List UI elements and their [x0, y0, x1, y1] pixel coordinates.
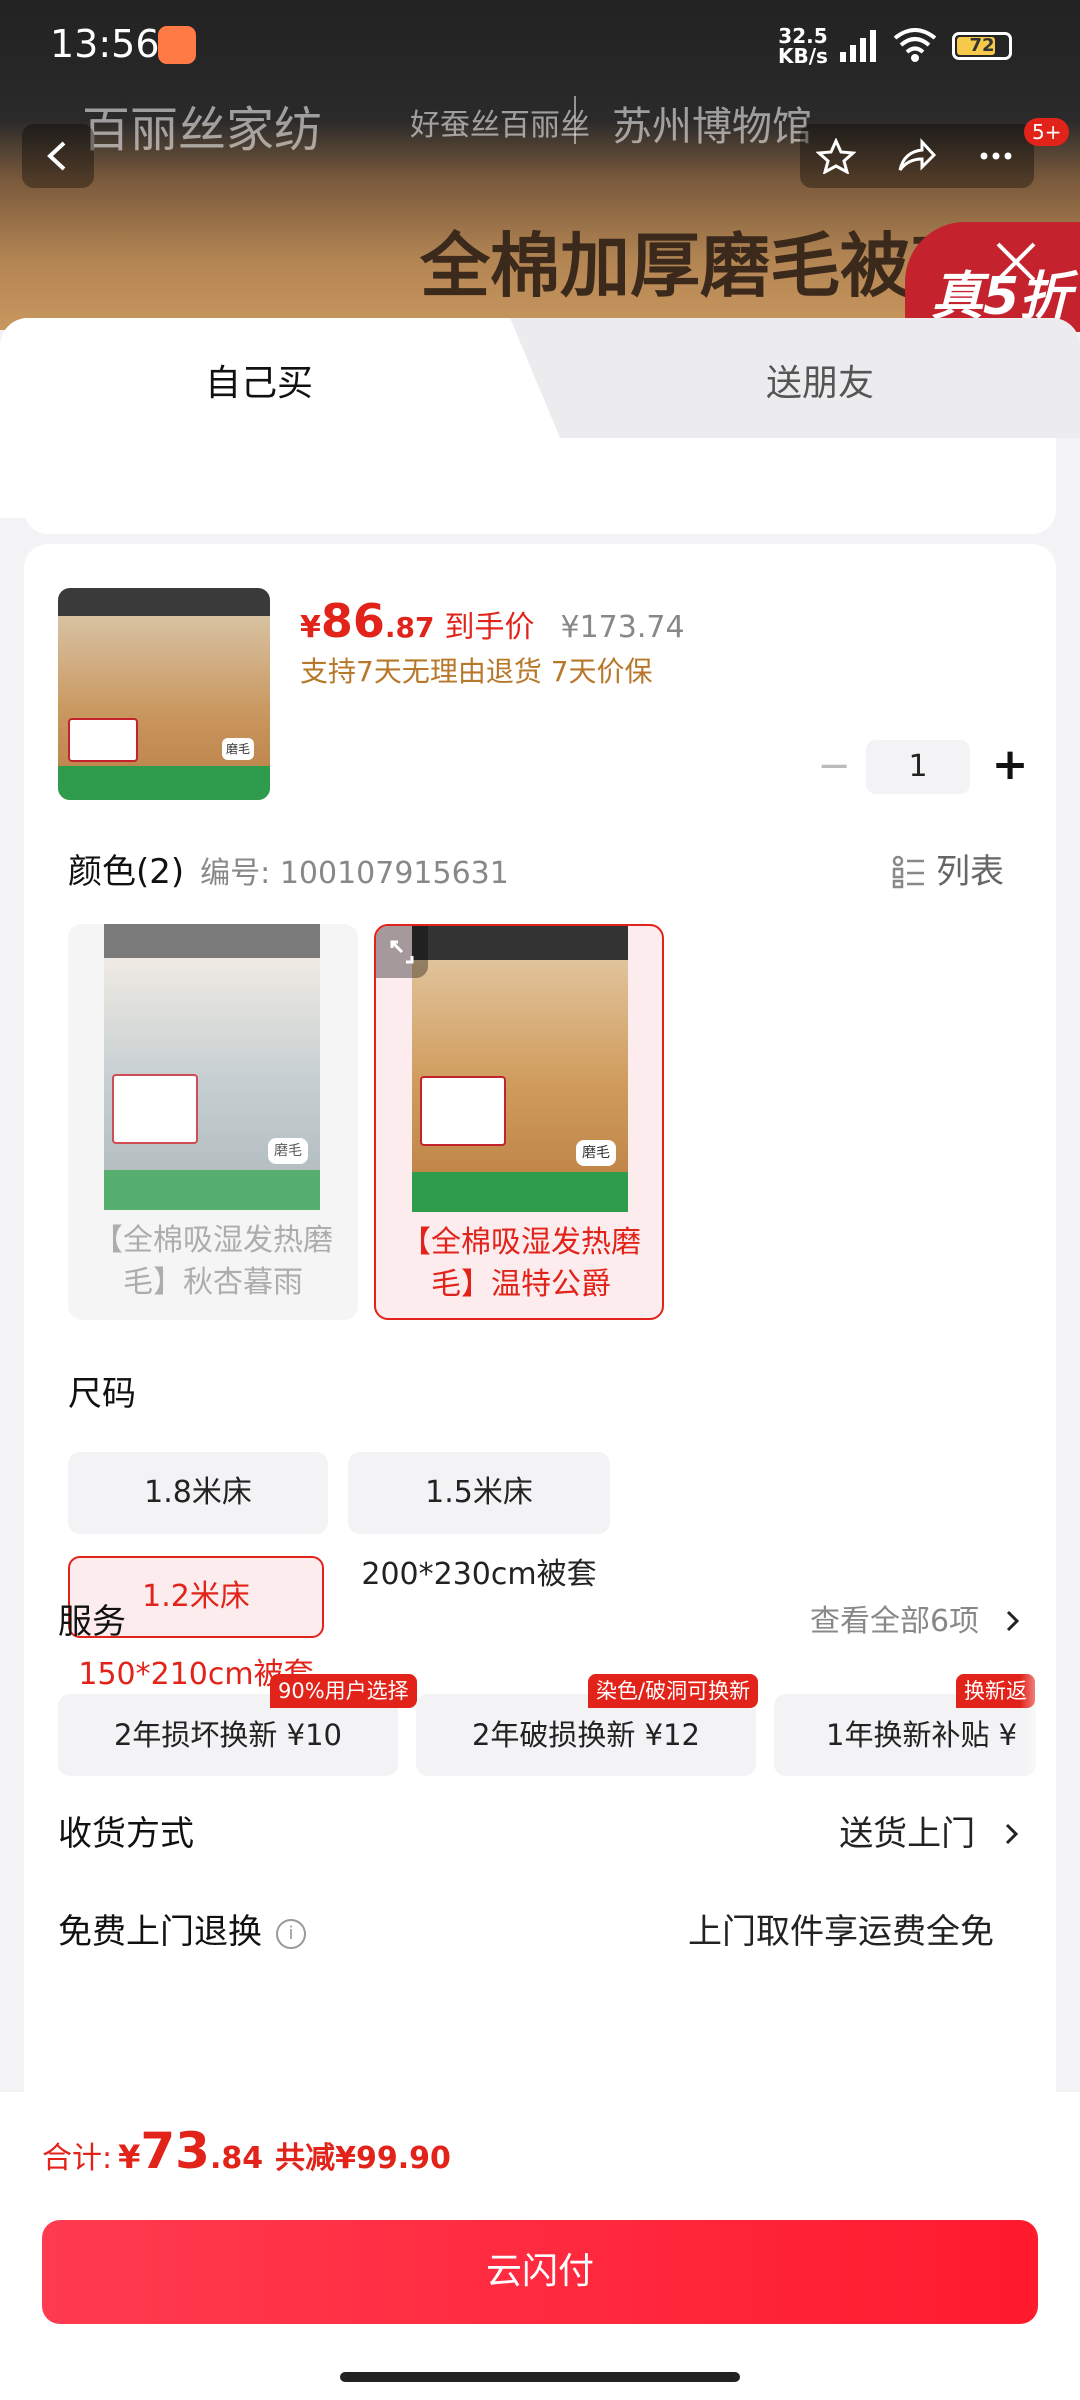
brand-sub-logo: 好蚕丝百丽丝	[410, 108, 590, 143]
close-icon[interactable]	[990, 236, 1042, 288]
museum-logo-text: 苏州博物馆	[612, 104, 812, 150]
list-toggle-label: 列表	[936, 852, 1004, 892]
status-time: 13:56	[50, 22, 160, 66]
share-icon[interactable]	[896, 138, 936, 174]
service-badge: 染色/破洞可换新	[588, 1674, 759, 1708]
service-section-title: 服务	[58, 1602, 126, 1642]
purchase-sheet: 自己买 送朋友 磨毛 ¥86.87 到手价 ¥173.74 支持7天无理由退货 7天…	[0, 318, 1080, 2400]
status-bar: 13:56 32.5 KB/s 72	[0, 0, 1080, 90]
thumbnail-tag: 磨毛	[222, 738, 254, 760]
price-decimal: .87	[384, 611, 435, 644]
free-return-value: 上门取件享运费全免	[688, 1912, 994, 1952]
thumbnail-price-box	[68, 718, 138, 762]
free-return-row: 免费上门退换 i	[58, 1904, 306, 1953]
price-label: 到手价	[444, 610, 535, 645]
app-notification-icon	[158, 26, 196, 64]
delivery-value: 送货上门	[839, 1814, 976, 1854]
battery-icon: 72	[952, 32, 1012, 60]
chevron-right-icon	[1005, 1823, 1019, 1845]
more-options-icon[interactable]	[976, 138, 1016, 174]
total-symbol: ¥	[118, 2138, 141, 2176]
price-symbol: ¥	[300, 610, 321, 645]
color-option-image: 磨毛	[104, 924, 320, 1210]
info-icon[interactable]: i	[276, 1919, 306, 1949]
quantity-value[interactable]: 1	[866, 740, 970, 794]
thumbnail-green-strip	[58, 766, 270, 800]
color-option-name: 【全棉吸湿发热磨毛】温特公爵	[401, 1225, 641, 1302]
home-indicator[interactable]	[340, 2372, 740, 2382]
decrease-button[interactable]: −	[814, 744, 854, 792]
free-return-label: 免费上门退换	[58, 1912, 262, 1952]
favorite-star-icon[interactable]	[816, 138, 856, 174]
list-view-toggle[interactable]: 列表	[892, 844, 1004, 893]
swatch-green-strip	[412, 1172, 628, 1212]
increase-button[interactable]: +	[988, 742, 1032, 792]
total-decimal: .84	[209, 2141, 264, 2176]
signal-icon	[840, 30, 876, 62]
view-all-services-label: 查看全部6项	[810, 1604, 980, 1639]
swatch-green-strip	[104, 1170, 320, 1210]
size-option[interactable]: 1.8米床220*240cm被套	[68, 1452, 328, 1592]
color-title: 颜色(2)	[68, 852, 185, 892]
size-option[interactable]: 1.5米床200*230cm被套	[348, 1452, 610, 1592]
swatch-tag: 磨毛	[268, 1138, 308, 1164]
swatch-price-box	[420, 1076, 506, 1146]
battery-level: 72	[969, 35, 995, 56]
tab-friend[interactable]: 送朋友	[766, 354, 874, 406]
service-scroll-fade	[1020, 1664, 1056, 1794]
list-icon	[892, 855, 924, 889]
chevron-right-icon	[1006, 1610, 1019, 1632]
total-discount: 共减¥99.90	[275, 2141, 451, 2176]
tab-self-label[interactable]: 自己买	[205, 354, 313, 406]
price-row: ¥86.87 到手价 ¥173.74	[300, 594, 685, 648]
delivery-method[interactable]: 送货上门	[839, 1806, 1022, 1855]
color-section-title: 颜色(2) 编号: 100107915631	[68, 844, 509, 893]
color-option-image: 磨毛	[412, 926, 628, 1212]
notification-badge: 5+	[1024, 118, 1070, 146]
swatch-price-box	[112, 1074, 198, 1144]
service-badge: 90%用户选择	[270, 1674, 417, 1708]
back-button[interactable]	[22, 124, 94, 188]
purchase-tabs: 自己买 送朋友	[0, 318, 1080, 518]
network-speed: 32.5 KB/s	[778, 26, 828, 66]
brand-divider	[574, 96, 576, 144]
total-label: 合计:	[42, 2141, 113, 2176]
brand-logo-text: 百丽丝家纺	[82, 102, 323, 158]
swatch-tag: 磨毛	[576, 1140, 616, 1166]
color-option-selected[interactable]: 磨毛 【全棉吸湿发热磨毛】温特公爵	[374, 924, 664, 1320]
network-speed-unit: KB/s	[778, 44, 828, 68]
quantity-stepper: − 1 +	[804, 740, 1044, 796]
expand-image-icon[interactable]	[376, 926, 428, 978]
view-all-services[interactable]: 查看全部6项	[810, 1596, 1023, 1640]
product-page-background: 13:56 32.5 KB/s 72 百丽丝家纺 好蚕丝百丽丝 苏州博物馆 5+…	[0, 0, 1080, 332]
network-speed-value: 32.5	[778, 24, 828, 48]
color-option[interactable]: 磨毛 【全棉吸湿发热磨毛】秋杏暮雨	[68, 924, 358, 1320]
wifi-icon	[893, 28, 937, 62]
delivery-label: 收货方式	[58, 1814, 194, 1854]
price-integer: 86	[320, 594, 385, 648]
banner-title: 全棉加厚磨毛被套	[420, 225, 980, 307]
pay-button[interactable]: 云闪付	[42, 2220, 1038, 2324]
original-price: ¥173.74	[560, 610, 685, 645]
total-price: 合计: ¥73.84 共减¥99.90	[42, 2122, 451, 2180]
top-action-group	[800, 124, 1034, 188]
tab-content-strip	[24, 438, 1056, 534]
product-id: 编号: 100107915631	[200, 856, 509, 891]
product-thumbnail[interactable]: 磨毛	[58, 588, 270, 800]
total-integer: 73	[140, 2122, 210, 2180]
color-option-name: 【全棉吸湿发热磨毛】秋杏暮雨	[93, 1223, 333, 1300]
guarantee-text: 支持7天无理由退货 7天价保	[300, 655, 653, 688]
chevron-left-icon	[47, 141, 66, 171]
checkout-bar: 合计: ¥73.84 共减¥99.90 云闪付	[0, 2092, 1080, 2400]
size-section-title: 尺码	[68, 1374, 136, 1414]
